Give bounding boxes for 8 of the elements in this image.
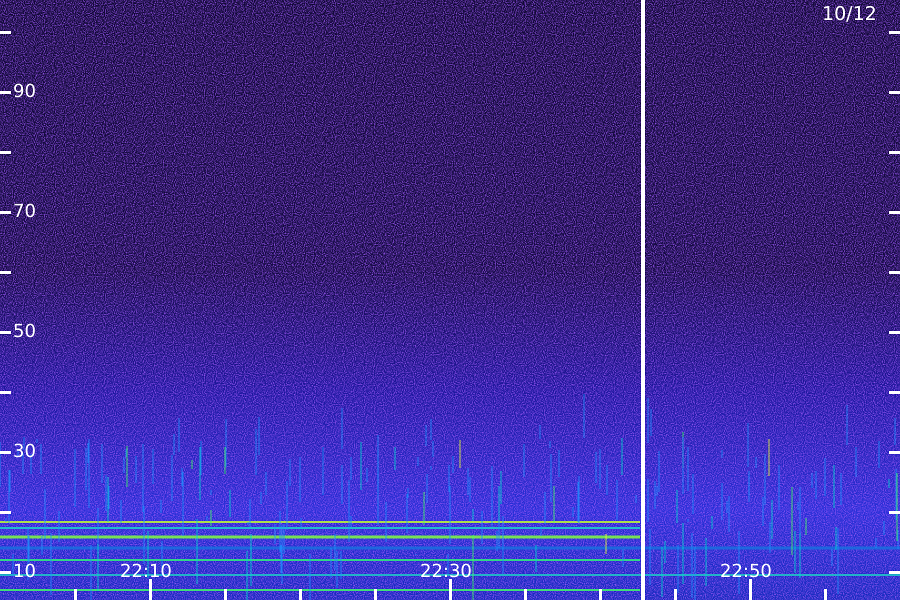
date-label: 10/12 xyxy=(822,5,877,24)
y-axis-label: 50 xyxy=(13,323,36,341)
x-axis-label: 22:50 xyxy=(720,563,772,581)
x-axis-label: 22:30 xyxy=(420,563,472,581)
y-axis-label: 10 xyxy=(13,563,36,581)
y-axis-label: 70 xyxy=(13,203,36,221)
y-axis-label: 30 xyxy=(13,443,36,461)
y-axis-label: 90 xyxy=(13,83,36,101)
